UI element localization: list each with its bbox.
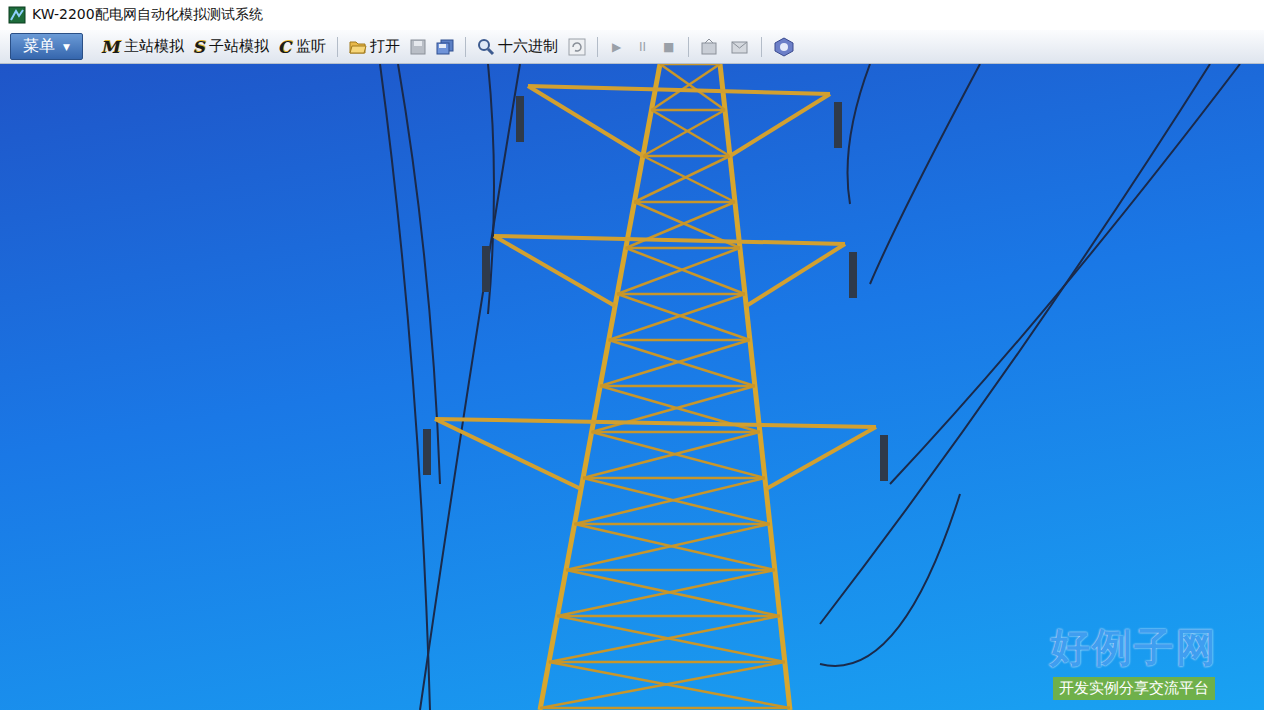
magnifier-icon: [477, 38, 495, 56]
toolbar-button[interactable]: [697, 36, 723, 58]
toolbar-separator: [337, 37, 338, 57]
toolbar-button[interactable]: [727, 36, 753, 58]
toolbar-button[interactable]: [565, 36, 589, 58]
dropdown-arrow-icon: ▼: [63, 42, 70, 52]
toolbar-button[interactable]: C监听: [276, 35, 329, 59]
toolbar-button[interactable]: 十六进制: [474, 35, 561, 58]
toolbar-button[interactable]: M主站模拟: [99, 35, 187, 59]
toolbar-separator: [597, 37, 598, 57]
toolbar-button[interactable]: S子站模拟: [191, 35, 272, 59]
toolbar-button[interactable]: ■: [658, 38, 680, 56]
toolbar-button[interactable]: 打开: [346, 35, 403, 58]
mail-icon: [730, 38, 750, 56]
watermark-logo: 好例子网开发实例分享交流平台: [1050, 620, 1218, 700]
toolbar-separator: [688, 37, 689, 57]
menu-button[interactable]: 菜单▼: [10, 33, 83, 60]
letter-icon: S: [194, 37, 206, 57]
toolbar-button[interactable]: [407, 37, 429, 57]
power-tower-icon: [0, 64, 1264, 710]
save-all-icon: [436, 39, 454, 55]
save-icon: [410, 39, 426, 55]
background-photo: 好例子网开发实例分享交流平台: [0, 64, 1264, 710]
properties-icon: [700, 38, 720, 56]
app-window: KW-2200配电网自动化模拟测试系统菜单▼ M主站模拟S子站模拟C监听打开 十六进…: [0, 0, 1264, 710]
media-icon: ▶: [609, 40, 625, 54]
media-icon: II: [635, 40, 651, 54]
media-icon: ■: [661, 40, 677, 54]
window-title: KW-2200配电网自动化模拟测试系统: [32, 6, 263, 24]
letter-icon: C: [279, 37, 293, 57]
app-icon: [8, 6, 26, 24]
letter-icon: M: [102, 37, 121, 57]
toolbar-separator: [761, 37, 762, 57]
toolbar-button[interactable]: [433, 37, 457, 57]
title-bar: KW-2200配电网自动化模拟测试系统: [0, 0, 1264, 30]
toolbar-button[interactable]: [770, 35, 798, 59]
toolbar-button[interactable]: ▶: [606, 38, 628, 56]
folder-icon: [349, 39, 367, 55]
toolbar-button[interactable]: II: [632, 38, 654, 56]
help-icon: [773, 37, 795, 57]
toolbar-separator: [465, 37, 466, 57]
toolbar: 菜单▼ M主站模拟S子站模拟C监听打开 十六进制 ▶ II ■: [0, 30, 1264, 64]
refresh-icon: [568, 38, 586, 56]
